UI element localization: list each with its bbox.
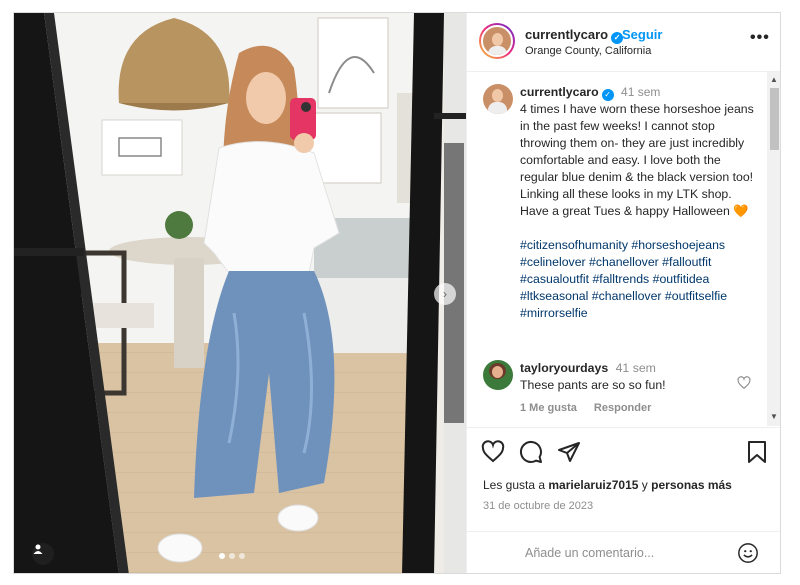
- comment-time: 41 sem: [615, 361, 656, 375]
- add-comment-bar: Añade un comentario...: [467, 531, 780, 573]
- add-comment-input[interactable]: Añade un comentario...: [525, 546, 654, 560]
- caption-username[interactable]: currentlycaro: [520, 85, 599, 99]
- comments-scrollbar[interactable]: ▲ ▼: [767, 72, 780, 426]
- more-options-icon[interactable]: •••: [750, 29, 770, 47]
- caption-time: 41 sem: [621, 85, 661, 99]
- caption-text: 4 times I have worn these horseshoe jean…: [520, 102, 754, 218]
- carousel-dot: [229, 553, 235, 559]
- next-slide-button[interactable]: ›: [434, 283, 456, 305]
- carousel-indicator: [219, 553, 245, 559]
- comment: tayloryourdays 41 sem These pants are so…: [520, 360, 760, 394]
- post-header: currentlycaro ✓ Seguir Orange County, Cal…: [467, 13, 780, 72]
- mirror-selfie-image: [14, 13, 466, 573]
- like-comment-heart-icon[interactable]: [737, 376, 751, 390]
- scroll-up-icon[interactable]: ▲: [770, 75, 778, 84]
- follow-button[interactable]: Seguir: [622, 27, 662, 42]
- comment-text: These pants are so so fun!: [520, 378, 666, 392]
- avatar: [481, 25, 513, 57]
- verified-badge-icon: ✓: [601, 89, 614, 101]
- like-heart-icon[interactable]: [481, 440, 505, 464]
- carousel-dot: [239, 553, 245, 559]
- comment-username[interactable]: tayloryourdays: [520, 361, 608, 375]
- comment-meta: 1 Me gusta Responder: [520, 402, 665, 414]
- tagged-user-icon[interactable]: [32, 543, 54, 565]
- post-photo[interactable]: ›: [14, 13, 466, 573]
- save-bookmark-icon[interactable]: [746, 440, 768, 464]
- author-username[interactable]: currentlycaro ✓: [525, 27, 624, 44]
- emoji-icon[interactable]: [737, 542, 759, 564]
- comments-list: currentlycaro ✓ 41 sem 4 times I have wor…: [467, 72, 767, 422]
- share-send-icon[interactable]: [557, 440, 581, 464]
- post-location[interactable]: Orange County, California: [525, 45, 651, 57]
- caption-avatar[interactable]: [483, 84, 513, 114]
- caption-hashtags[interactable]: #citizensofhumanity #horseshoejeans #cel…: [520, 238, 727, 320]
- post-actions: Les gusta a marielaruiz7015 y personas m…: [467, 427, 780, 532]
- post-side-panel: currentlycaro ✓ Seguir Orange County, Cal…: [466, 13, 780, 573]
- comment-bubble-icon[interactable]: [519, 440, 543, 464]
- scroll-down-icon[interactable]: ▼: [770, 412, 778, 421]
- comment-likes[interactable]: 1 Me gusta: [520, 402, 577, 414]
- carousel-dot: [219, 553, 225, 559]
- commenter-avatar[interactable]: [483, 360, 513, 390]
- post-dialog: › currentlycaro ✓ Seguir Orange County, C…: [13, 12, 781, 574]
- story-ring-avatar[interactable]: [479, 23, 515, 59]
- post-date[interactable]: 31 de octubre de 2023: [483, 500, 593, 512]
- post-caption: currentlycaro ✓ 41 sem 4 times I have wor…: [520, 84, 760, 322]
- scroll-thumb[interactable]: [770, 88, 779, 150]
- likes-summary[interactable]: Les gusta a marielaruiz7015 y personas m…: [483, 478, 732, 492]
- reply-button[interactable]: Responder: [594, 402, 651, 414]
